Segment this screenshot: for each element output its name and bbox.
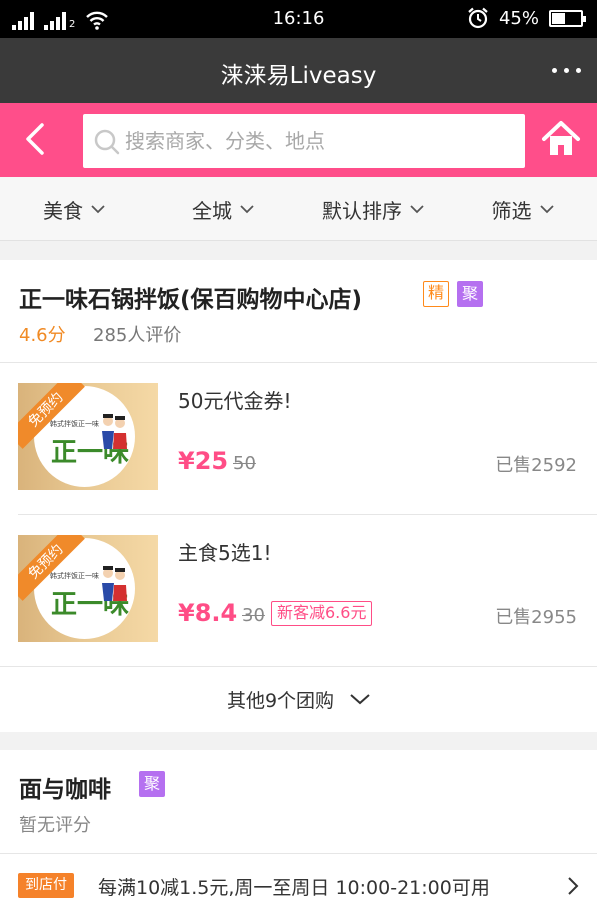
deal-image: 韩式拌饭正一味 正一味 免预约 xyxy=(18,535,158,642)
group-buy-badge: 聚 xyxy=(457,281,483,307)
filter-more[interactable]: 筛选 xyxy=(448,177,597,241)
mascot-icon xyxy=(102,566,127,601)
chevron-right-icon xyxy=(568,877,579,895)
deal-image: 韩式拌饭正一味 正一味 免预约 xyxy=(18,383,158,490)
original-price: 30 xyxy=(242,605,265,626)
more-deals-label: 其他9个团购 xyxy=(226,689,335,712)
back-icon[interactable] xyxy=(18,121,54,157)
sold-count: 已售2592 xyxy=(495,455,577,476)
filter-label: 默认排序 xyxy=(322,198,402,223)
app-title: 涞涞易Liveasy xyxy=(220,63,377,89)
shop-card: 正一味石锅拌饭(保百购物中心店) 精 聚 4.6分 285人评价 韩式拌饭正一味… xyxy=(0,260,597,732)
filter-bar: 美食 全城 默认排序 筛选 xyxy=(0,177,597,241)
alarm-icon xyxy=(468,7,488,29)
search-icon xyxy=(94,129,120,155)
filter-label: 美食 xyxy=(43,198,83,223)
battery-icon xyxy=(549,9,586,27)
pay-in-store-text: 每满10减1.5元,周一至周日 10:00-21:00可用 xyxy=(98,877,490,899)
chevron-down-icon xyxy=(91,205,105,214)
shop-name[interactable]: 面与咖啡 xyxy=(19,770,111,804)
shop-score: 4.6分 xyxy=(19,325,66,346)
deal-item[interactable]: 韩式拌饭正一味 正一味 免预约 50元代金券! ¥25 50 已售2592 xyxy=(0,363,597,513)
search-header xyxy=(0,103,597,177)
more-options-icon[interactable] xyxy=(552,68,581,73)
image-small-text: 韩式拌饭正一味 xyxy=(50,572,99,580)
battery-percent: 45% xyxy=(498,7,539,29)
filter-area[interactable]: 全城 xyxy=(148,177,298,241)
search-box[interactable] xyxy=(83,114,525,168)
title-bar: 涞涞易Liveasy xyxy=(0,38,597,103)
filter-label: 全城 xyxy=(192,198,232,223)
status-bar: 2 16:16 45% xyxy=(0,0,597,38)
battery-fill xyxy=(552,12,565,24)
search-input[interactable] xyxy=(125,122,515,160)
review-count: 285人评价 xyxy=(93,325,182,346)
original-price: 50 xyxy=(233,453,256,474)
chevron-down-icon xyxy=(350,694,370,705)
shop-score: 暂无评分 xyxy=(19,815,91,836)
deal-title: 50元代金券! xyxy=(178,389,292,413)
filter-label: 筛选 xyxy=(491,198,532,223)
deal-title: 主食5选1! xyxy=(178,541,272,565)
chevron-down-icon xyxy=(539,205,554,214)
more-deals-button[interactable]: 其他9个团购 xyxy=(0,666,597,732)
shop-card: 面与咖啡 聚 暂无评分 到店付 每满10减1.5元,周一至周日 10:00-21… xyxy=(0,750,597,914)
chevron-down-icon xyxy=(240,205,254,214)
sold-count: 已售2955 xyxy=(495,607,577,628)
deal-price: ¥25 xyxy=(178,447,229,475)
deal-item[interactable]: 韩式拌饭正一味 正一味 免预约 主食5选1! ¥8.4 30 新客减6.6元 已… xyxy=(0,515,597,665)
chevron-down-icon xyxy=(410,205,424,214)
filter-sort[interactable]: 默认排序 xyxy=(298,177,448,241)
featured-badge: 精 xyxy=(423,281,449,307)
group-buy-badge: 聚 xyxy=(139,771,165,797)
mascot-icon xyxy=(102,414,127,449)
home-icon[interactable] xyxy=(541,119,581,159)
shop-name[interactable]: 正一味石锅拌饭(保百购物中心店) xyxy=(19,280,362,314)
new-customer-promo: 新客减6.6元 xyxy=(271,601,373,626)
pay-in-store-tag: 到店付 xyxy=(18,873,74,898)
deal-price: ¥8.4 xyxy=(178,599,238,627)
pay-in-store-row[interactable]: 到店付 每满10减1.5元,周一至周日 10:00-21:00可用 xyxy=(0,854,597,914)
filter-category[interactable]: 美食 xyxy=(0,177,148,241)
image-small-text: 韩式拌饭正一味 xyxy=(50,420,99,428)
